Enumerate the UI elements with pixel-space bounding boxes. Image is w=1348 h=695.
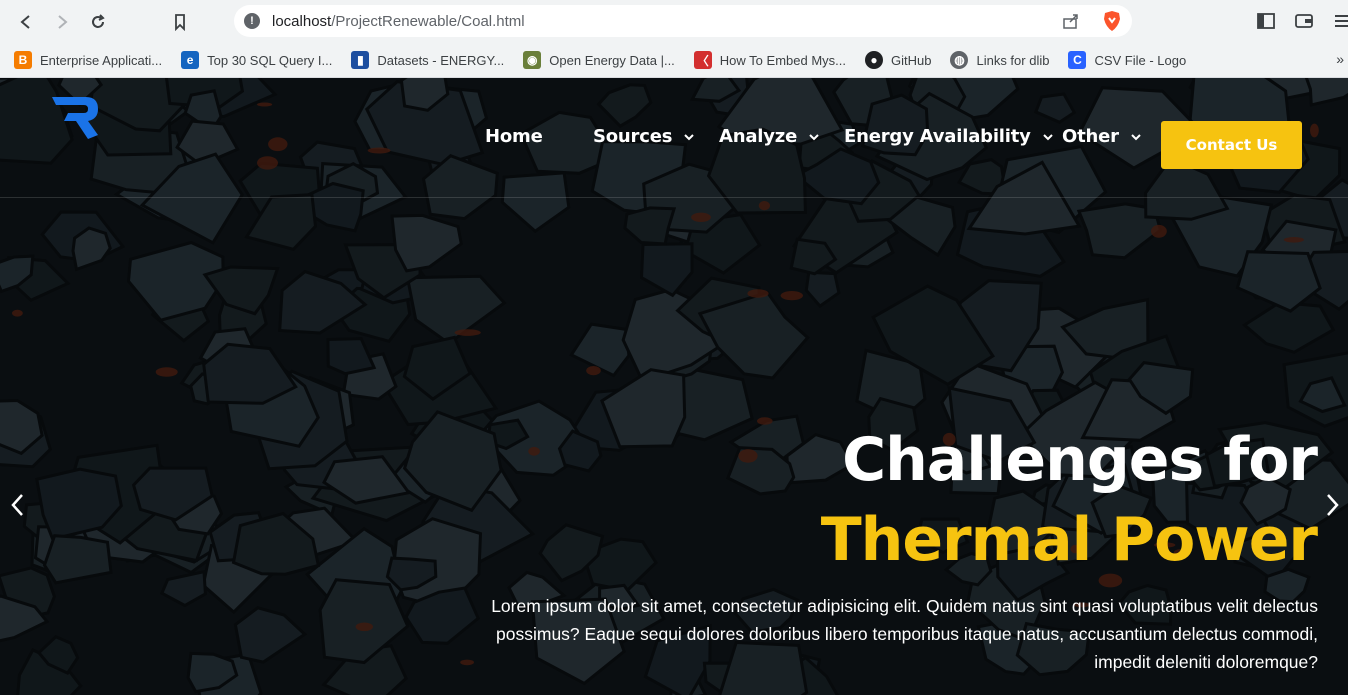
bookmark-item[interactable]: e Top 30 SQL Query I... [181,51,332,69]
bookmark-item[interactable]: C CSV File - Logo [1068,51,1186,69]
forward-icon[interactable] [46,6,78,38]
nav-energy-availability[interactable]: Energy Availability [844,126,1054,147]
logo-icon[interactable] [50,93,100,139]
brave-shield-icon[interactable] [1102,10,1122,32]
nav-home-label: Home [485,126,543,147]
page-viewport: Home Sources Analyze Energy Availability… [0,78,1348,695]
nav-analyze[interactable]: Analyze [719,126,820,147]
bookmark-label: GitHub [891,52,932,68]
bookmarks-overflow-button[interactable]: » [1336,51,1344,67]
sidebar-icon[interactable] [1252,6,1280,36]
wallet-icon[interactable] [1290,6,1318,36]
hero-title-line2: Thermal Power [820,505,1318,575]
nav-home[interactable]: Home [485,126,543,147]
nav-other-label: Other [1062,126,1119,147]
nav-energy-availability-label: Energy Availability [844,126,1031,147]
url-host: localhost [272,12,332,30]
embed-icon: 〈 [693,51,712,69]
chevron-down-icon [1042,133,1053,140]
bookmark-icon[interactable] [164,6,196,38]
chevron-down-icon [1131,133,1141,140]
nav-analyze-label: Analyze [719,126,798,147]
bookmarks-bar: B Enterprise Applicati... e Top 30 SQL Quer… [0,43,1348,78]
carousel-next-icon[interactable] [1322,491,1342,519]
chevron-down-icon [684,133,694,140]
bookmark-label: Datasets - ENERGY... [377,52,505,68]
back-icon[interactable] [10,6,42,38]
nav-sources-label: Sources [593,126,673,147]
bookmark-label: How To Embed Mys... [719,52,846,68]
bookmark-label: Enterprise Applicati... [40,52,163,68]
url-path: /ProjectRenewable/Coal.html [331,12,525,30]
bookmark-label: Open Energy Data |... [549,52,675,68]
e-icon: e [181,51,200,69]
bookmark-item[interactable]: ● GitHub [865,51,931,69]
address-bar[interactable]: ! localhost/ProjectRenewable/Coal.html [234,5,1132,37]
nav-sources[interactable]: Sources [593,126,695,147]
bookmark-label: CSV File - Logo [1094,52,1187,68]
hero-title: Challenges for Thermal Power [820,420,1318,580]
site-navbar: Home Sources Analyze Energy Availability… [0,78,1348,198]
bookmark-label: Top 30 SQL Query I... [207,52,333,68]
csv-logo-icon: C [1068,51,1087,69]
share-icon[interactable] [1062,12,1080,30]
carousel-prev-icon[interactable] [8,491,28,519]
datasets-icon: ▮ [351,51,370,69]
chevron-down-icon [809,133,819,140]
contact-us-button[interactable]: Contact Us [1161,121,1302,169]
reload-icon[interactable] [82,6,114,38]
hero-title-line1: Challenges for [842,425,1318,495]
nav-other[interactable]: Other [1062,126,1142,147]
site-info-icon[interactable]: ! [244,13,260,29]
github-icon: ● [865,51,883,69]
hero-description: Lorem ipsum dolor sit amet, consectetur … [491,596,1318,672]
menu-icon[interactable] [1328,6,1348,36]
bookmark-item[interactable]: B Enterprise Applicati... [14,51,162,69]
browser-toolbar: ! localhost/ProjectRenewable/Coal.html [0,0,1348,43]
bookmark-item[interactable]: ◉ Open Energy Data |... [523,51,675,69]
blogger-icon: B [14,51,32,69]
bookmark-item[interactable]: ▮ Datasets - ENERGY... [351,51,504,69]
bookmark-item[interactable]: 〈 How To Embed Mys... [693,51,846,69]
bookmark-item[interactable]: ◍ Links for dlib [950,51,1049,69]
bookmark-label: Links for dlib [976,52,1050,68]
energy-seal-icon: ◉ [523,51,542,69]
globe-icon: ◍ [950,51,969,69]
